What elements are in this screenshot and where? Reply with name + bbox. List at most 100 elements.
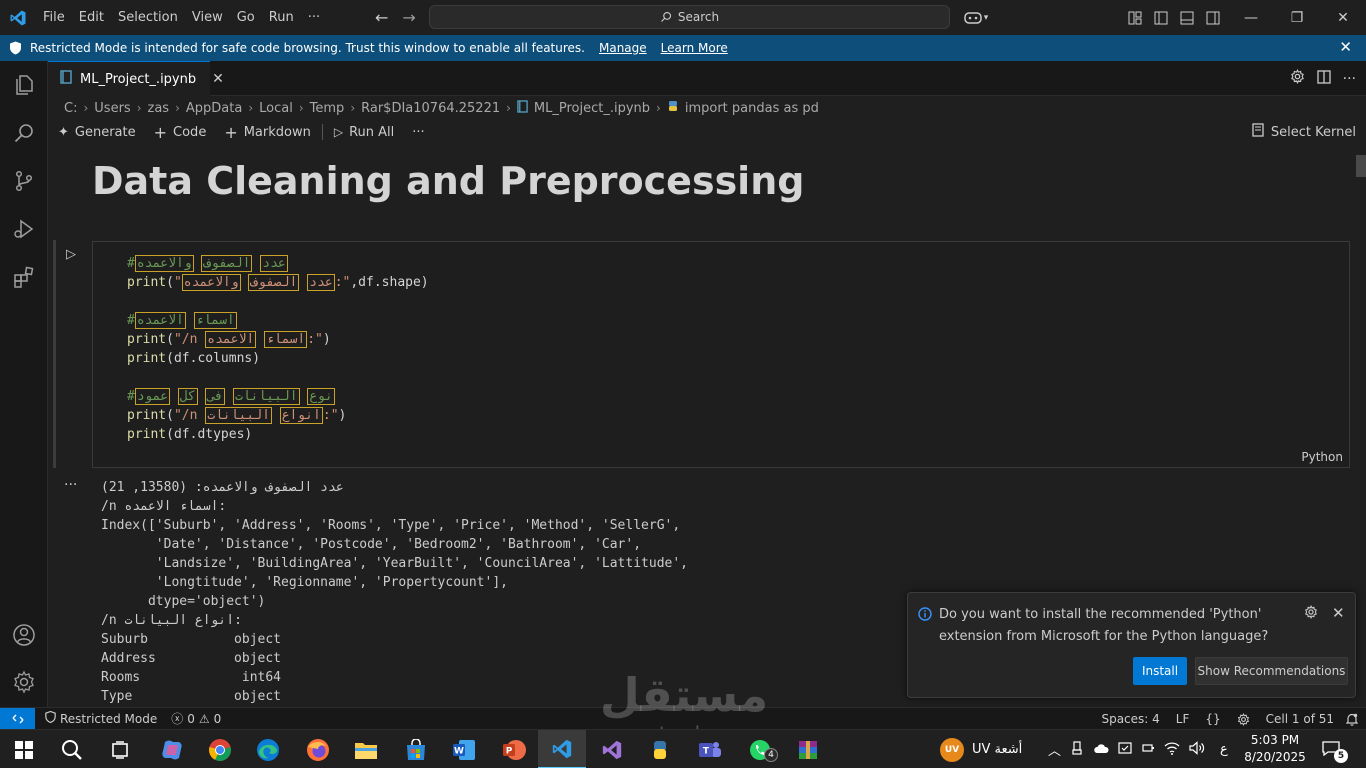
whatsapp-icon[interactable]: 4 (736, 730, 784, 768)
menu-item-go[interactable]: Go (230, 0, 262, 35)
manage-gear-icon[interactable] (0, 658, 48, 706)
weather-widget[interactable]: UV UV أشعة (940, 730, 1022, 768)
output-more-icon[interactable]: ··· (64, 477, 77, 493)
customize-layout-icon[interactable] (1122, 0, 1148, 35)
breadcrumb-item[interactable]: Temp (310, 101, 345, 116)
banner-close-icon[interactable]: ✕ (1339, 38, 1352, 56)
toggle-panel-icon[interactable] (1174, 0, 1200, 35)
problems-status[interactable]: ⓧ 0 ⚠ 0 (163, 710, 227, 727)
source-control-icon[interactable] (0, 157, 48, 205)
show-hidden-icons-chevron-icon[interactable]: ︿ (1048, 740, 1061, 759)
breadcrumb-item[interactable]: AppData (186, 101, 242, 116)
toolbar-more-button[interactable]: ··· (403, 125, 433, 140)
security-status-icon[interactable] (1118, 741, 1132, 758)
windows-start-icon[interactable] (0, 730, 48, 768)
copilot-icon[interactable]: ▾ (958, 0, 994, 35)
input-language-indicator[interactable]: ع (1220, 742, 1228, 757)
close-window-icon[interactable]: ✕ (1320, 0, 1366, 35)
cell-language-label[interactable]: Python (1301, 450, 1343, 464)
tab-close-icon[interactable]: ✕ (212, 71, 224, 87)
menu-item-view[interactable]: View (185, 0, 230, 35)
copilot-app-icon[interactable] (148, 730, 196, 768)
generate-button[interactable]: ✦ Generate (48, 125, 145, 140)
task-view-icon[interactable] (96, 730, 144, 768)
learn-more-link[interactable]: Learn More (661, 41, 728, 55)
edge-icon[interactable] (244, 730, 292, 768)
remote-indicator-icon[interactable] (0, 707, 35, 730)
menu-item-selection[interactable]: Selection (111, 0, 185, 35)
menu-item-file[interactable]: File (36, 0, 72, 35)
system-clock[interactable]: 5:03 PM 8/20/2025 (1240, 732, 1310, 766)
breadcrumb-item[interactable]: import pandas as pd (685, 101, 819, 116)
split-editor-icon[interactable] (1316, 69, 1331, 88)
powerpoint-icon[interactable]: P (490, 730, 538, 768)
forward-arrow-icon[interactable]: → (395, 8, 422, 27)
back-arrow-icon[interactable]: ← (368, 8, 395, 27)
add-code-cell-button[interactable]: + Code (145, 123, 216, 142)
toggle-secondary-sidebar-icon[interactable] (1200, 0, 1226, 35)
menu-item-edit[interactable]: Edit (72, 0, 111, 35)
editor-scrollbar[interactable] (1356, 155, 1366, 177)
extensions-icon[interactable] (0, 253, 48, 301)
winrar-icon[interactable] (784, 730, 832, 768)
select-kernel-button[interactable]: Select Kernel (1251, 119, 1356, 145)
microsoft-store-icon[interactable] (392, 730, 440, 768)
file-explorer-icon[interactable] (342, 730, 390, 768)
cell-position-status[interactable]: Cell 1 of 51 (1258, 712, 1342, 726)
menu-item-run[interactable]: Run (262, 0, 301, 35)
notifications-bell-icon[interactable] (1342, 713, 1366, 726)
chrome-icon[interactable] (196, 730, 244, 768)
battery-plug-icon[interactable] (1141, 741, 1155, 758)
minimize-icon[interactable]: — (1228, 0, 1274, 35)
run-all-button[interactable]: ▷ Run All (325, 125, 403, 140)
command-search-box[interactable]: Search (429, 5, 950, 29)
teams-icon[interactable]: T (686, 730, 734, 768)
search-view-icon[interactable] (0, 109, 48, 157)
manage-link[interactable]: Manage (599, 41, 647, 55)
breadcrumb-item[interactable]: ML_Project_.ipynb (534, 101, 650, 116)
breadcrumb-item[interactable]: zas (148, 101, 170, 116)
install-button[interactable]: Install (1133, 657, 1187, 685)
taskbar-search-icon[interactable] (48, 730, 96, 768)
toggle-primary-sidebar-icon[interactable] (1148, 0, 1174, 35)
code-editor[interactable]: # عدد الصفوف والاعمده print(" عدد الصفوف وا… (127, 254, 429, 444)
python-app-icon[interactable] (636, 730, 684, 768)
accounts-icon[interactable] (0, 611, 48, 659)
visual-studio-icon[interactable] (588, 730, 636, 768)
menu-item-more[interactable]: ··· (301, 0, 327, 35)
kernel-gear-icon[interactable] (1229, 712, 1258, 726)
firefox-icon[interactable] (294, 730, 342, 768)
word-icon[interactable]: W (440, 730, 488, 768)
code-cell[interactable]: # عدد الصفوف والاعمده print(" عدد الصفوف وا… (92, 241, 1350, 468)
usb-device-icon[interactable] (1070, 741, 1084, 758)
toast-settings-gear-icon[interactable] (1304, 604, 1318, 623)
restricted-mode-status[interactable]: Restricted Mode (35, 710, 163, 726)
breadcrumb-item[interactable]: Users (94, 101, 130, 116)
show-recommendations-button[interactable]: Show Recommendations (1195, 657, 1348, 685)
notebook-settings-gear-icon[interactable] (1290, 68, 1305, 88)
arabic-token: عمود (134, 388, 171, 405)
language-braces-status[interactable]: {} (1197, 712, 1228, 726)
notebook-file-icon (60, 70, 72, 88)
copilot-menu[interactable]: ▾ (958, 0, 994, 35)
onedrive-cloud-icon[interactable] (1093, 742, 1109, 757)
run-debug-icon[interactable] (0, 205, 48, 253)
wifi-icon[interactable] (1164, 741, 1180, 758)
volume-icon[interactable] (1189, 741, 1205, 758)
toast-close-icon[interactable]: ✕ (1332, 604, 1345, 622)
explorer-icon[interactable] (0, 61, 48, 109)
toolbar-divider (321, 124, 323, 140)
restore-icon[interactable]: ❐ (1274, 0, 1320, 35)
tab-ml-project[interactable]: ML_Project_.ipynb ✕ (48, 61, 224, 96)
indentation-status[interactable]: Spaces: 4 (1093, 712, 1167, 726)
notification-center[interactable]: 5 (1322, 730, 1354, 768)
breadcrumb-item[interactable]: C: (64, 101, 77, 116)
eol-status[interactable]: LF (1168, 712, 1198, 726)
more-actions-icon[interactable]: ··· (1343, 71, 1356, 87)
vscode-taskbar-icon[interactable] (538, 730, 586, 768)
run-cell-icon[interactable]: ▷ (66, 247, 76, 262)
add-markdown-cell-button[interactable]: + Markdown (215, 123, 320, 142)
breadcrumb-item[interactable]: Local (259, 101, 293, 116)
breadcrumb-item[interactable]: Rar$DIa10764.25221 (361, 101, 500, 116)
